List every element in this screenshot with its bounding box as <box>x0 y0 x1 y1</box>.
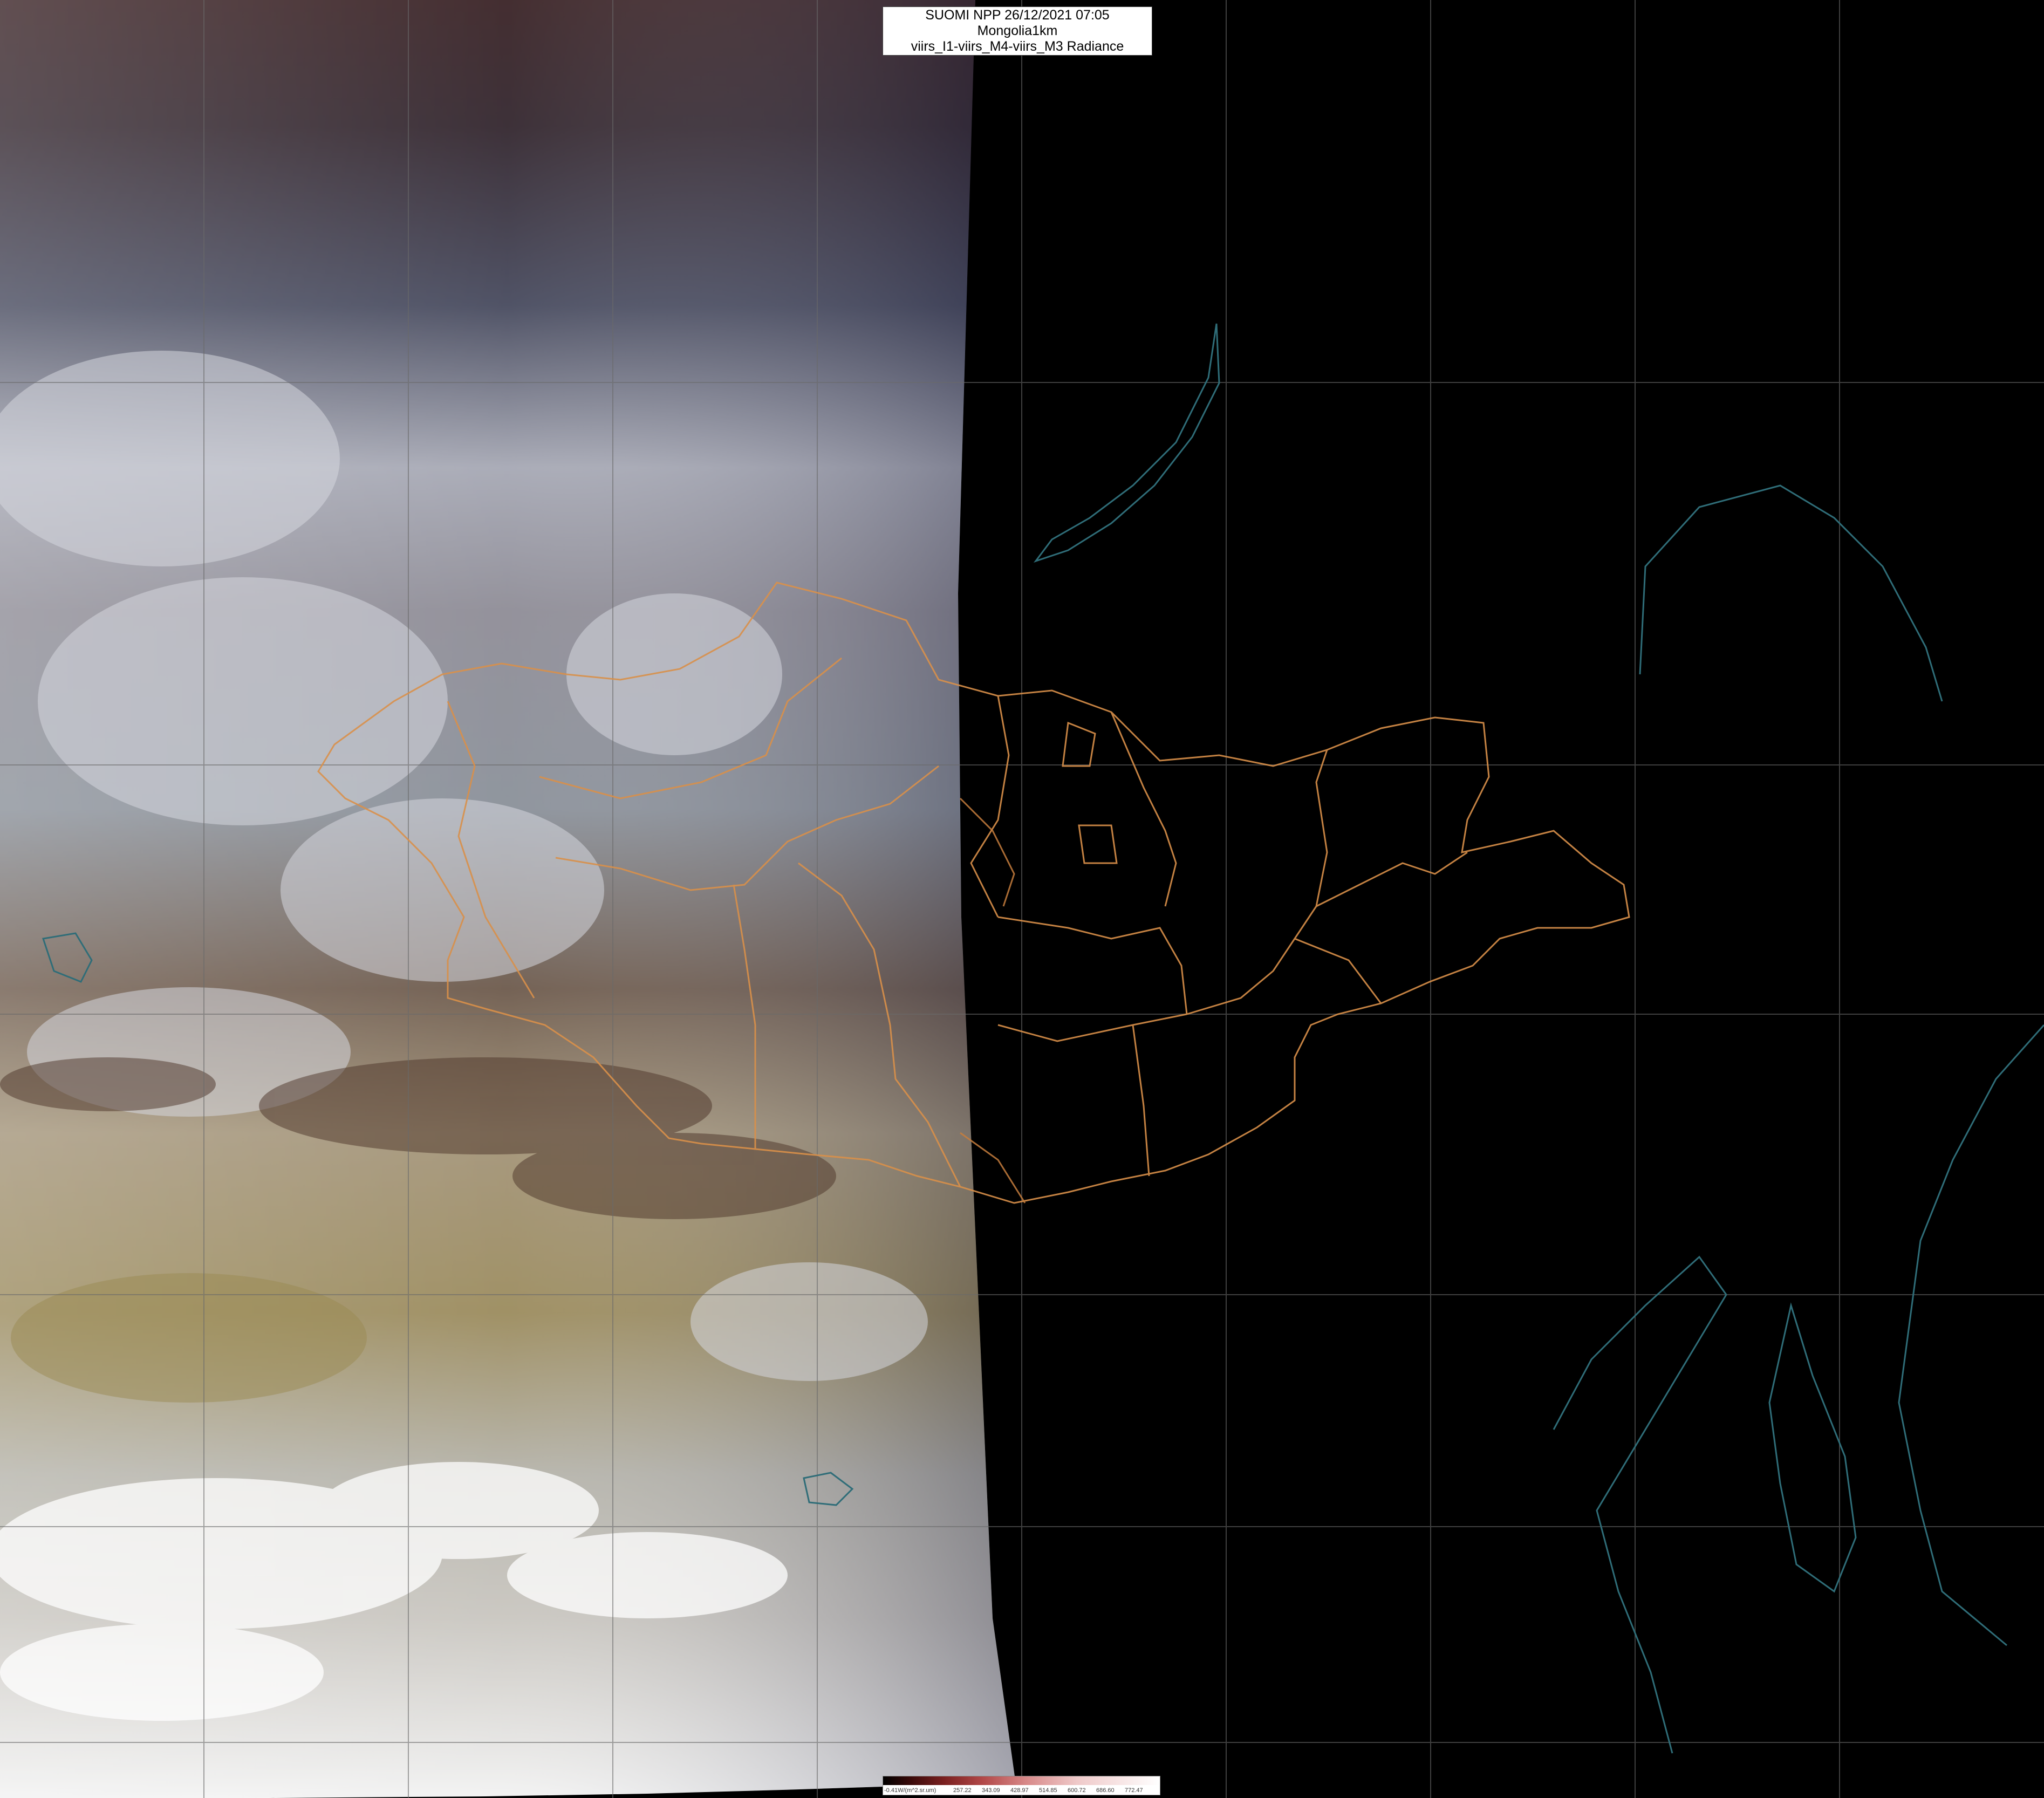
map-caption: SUOMI NPP 26/12/2021 07:05 Mongolia1km v… <box>883 6 1152 56</box>
color-scale-tick: 428.97 <box>1010 1787 1029 1794</box>
satellite-map <box>0 0 2044 1798</box>
color-scale-tick: 686.60 <box>1096 1787 1115 1794</box>
color-scale-legend: -0.41W/(m^2.sr.um) 257.22 343.09 428.97 … <box>883 1776 1160 1795</box>
color-scale-tick: 600.72 <box>1068 1787 1086 1794</box>
caption-title: SUOMI NPP 26/12/2021 07:05 Mongolia1km <box>925 8 1110 38</box>
color-scale-tick: 772.47 <box>1125 1787 1143 1794</box>
color-scale-tick: 514.85 <box>1039 1787 1057 1794</box>
color-scale-tick: 257.22 <box>953 1787 972 1794</box>
color-ramp <box>883 1776 1160 1785</box>
terrain-desert <box>11 1273 367 1403</box>
caption-subtitle: viirs_I1-viirs_M4-viirs_M3 Radiance <box>911 39 1124 54</box>
color-scale-tick: 343.09 <box>982 1787 1000 1794</box>
color-scale-unit: -0.41W/(m^2.sr.um) <box>884 1787 936 1794</box>
color-scale-labels: -0.41W/(m^2.sr.um) 257.22 343.09 428.97 … <box>883 1786 1160 1795</box>
